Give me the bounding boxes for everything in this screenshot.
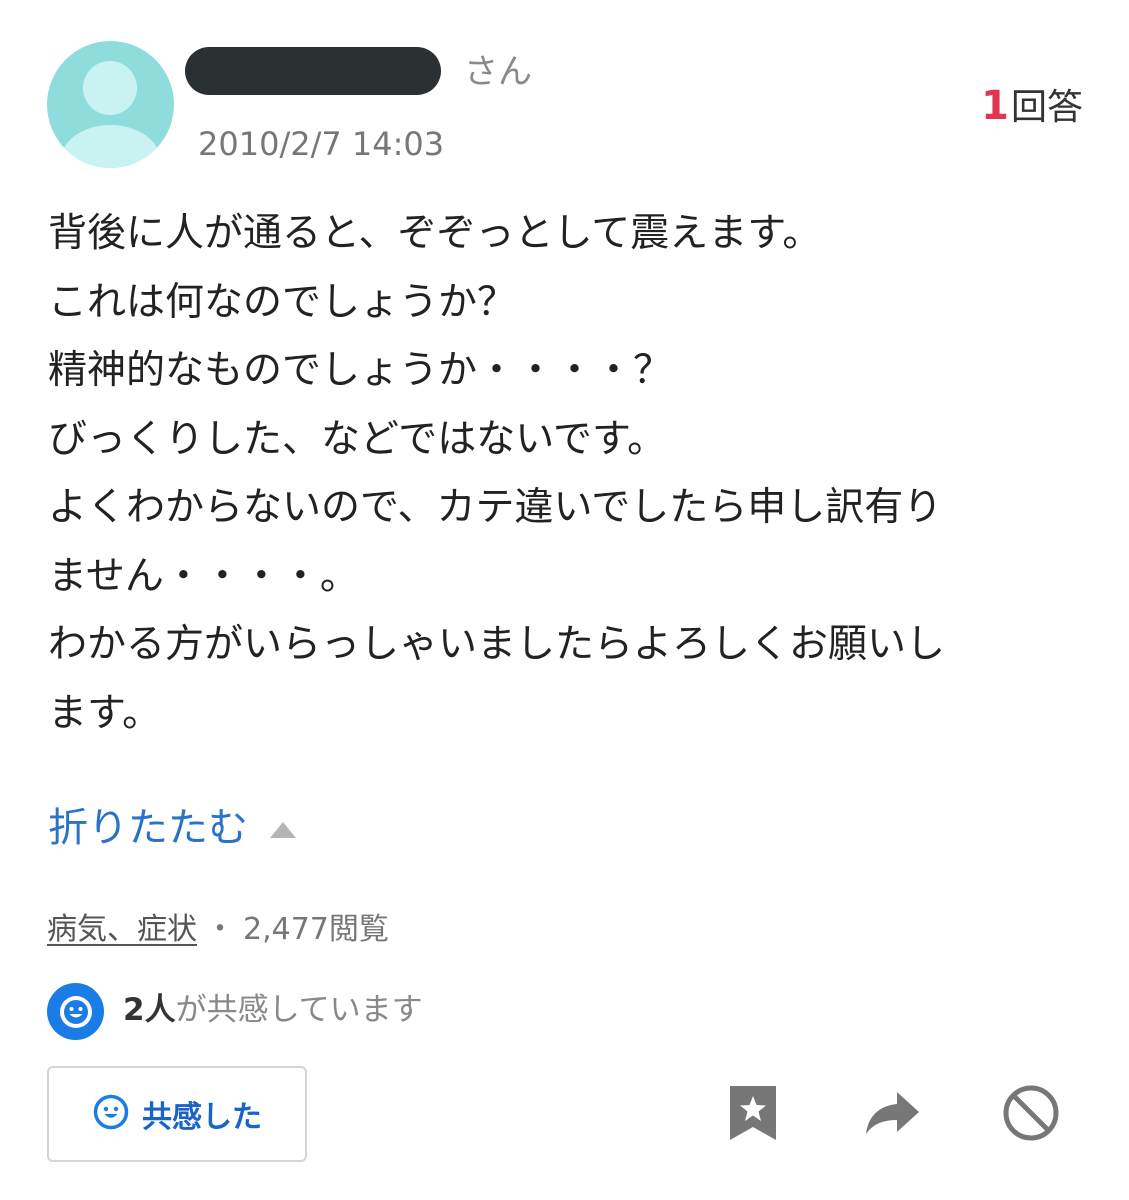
user-avatar	[47, 41, 174, 168]
smile-icon	[92, 1093, 130, 1135]
empathy-button-label: 共感した	[142, 1100, 262, 1135]
meta-separator: ・	[205, 912, 235, 947]
empathy-summary: 2人が共感しています	[123, 988, 423, 1032]
collapse-label: 折りたたむ	[48, 805, 248, 851]
answer-count-label: 回答	[1010, 87, 1083, 128]
redacted-username	[185, 47, 441, 95]
empathy-text: が共感しています	[175, 992, 423, 1028]
answer-count[interactable]: 1 回答	[981, 84, 1083, 130]
question-line: 背後に人が通ると、ぞぞっとして震えます。	[48, 211, 822, 256]
question-line: これは何なのでしょうか？	[48, 279, 517, 325]
collapse-triangle-icon	[270, 822, 296, 838]
block-icon[interactable]	[998, 1080, 1064, 1146]
post-date: 2010/2/7 14:03	[198, 125, 445, 163]
view-count: 2,477閲覧	[243, 912, 389, 947]
question-meta: 病気、症状 ・ 2,477閲覧	[47, 908, 389, 952]
question-line: ません・・・・。	[48, 553, 359, 599]
question-line: よくわからないので、カテ違いでしたら申し訳有り	[48, 485, 943, 530]
empathy-count: 2人	[123, 992, 176, 1028]
category-link[interactable]: 病気、症状	[47, 908, 197, 952]
question-line: ます。	[48, 690, 162, 736]
question-body: 背後に人が通ると、ぞぞっとして震えます。 これは何なのでしょうか？ 精神的なもの…	[48, 200, 1058, 748]
question-line: びっくりした、などではないです。	[48, 416, 667, 462]
user-suffix: さん	[464, 52, 532, 92]
question-line: 精神的なものでしょうか・・・・？	[48, 348, 673, 393]
collapse-link[interactable]: 折りたたむ	[48, 800, 296, 856]
question-line: わかる方がいらっしゃいましたらよろしくお願いし	[48, 622, 946, 667]
answer-count-number: 1	[981, 83, 1009, 129]
bookmark-star-icon[interactable]	[720, 1080, 786, 1146]
share-arrow-icon[interactable]	[859, 1080, 925, 1146]
smile-icon	[47, 983, 104, 1040]
empathy-button[interactable]: 共感した	[47, 1066, 307, 1162]
